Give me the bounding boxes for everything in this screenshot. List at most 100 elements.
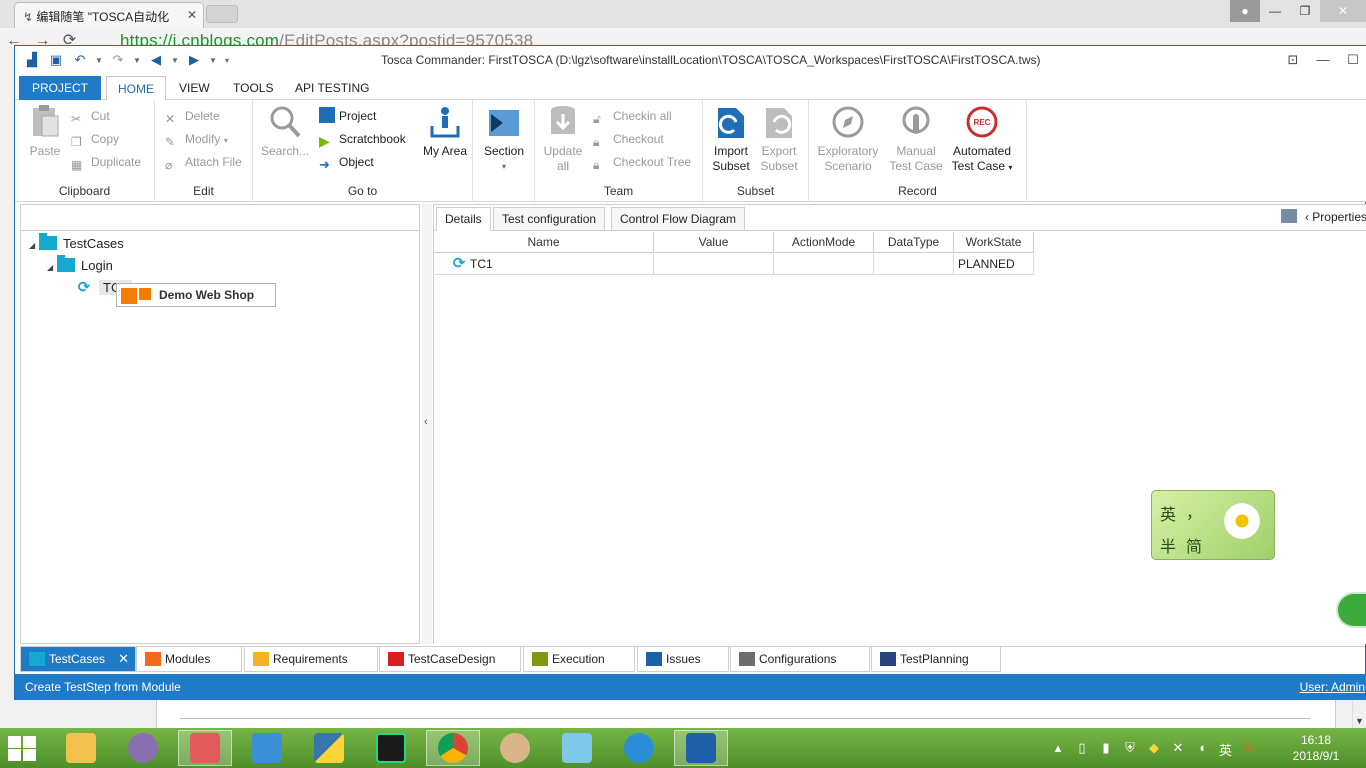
network-icon[interactable]: ▮ xyxy=(1099,740,1113,759)
minimize-icon[interactable]: — xyxy=(1260,0,1290,22)
tree-node-testcases[interactable]: ◢ TestCases xyxy=(29,233,124,255)
taskbar-app-9[interactable] xyxy=(550,730,604,766)
close-tab-icon[interactable]: ✕ xyxy=(187,8,197,22)
bottom-tab-requirements[interactable]: Requirements xyxy=(244,647,378,672)
close-window-icon[interactable]: ✕ xyxy=(1320,0,1366,22)
manual-test-case-button[interactable]: Manual Test Case xyxy=(885,104,947,174)
bottom-tab-testplanning[interactable]: TestPlanning xyxy=(871,647,1001,672)
automated-test-case-button[interactable]: REC Automated Test Case ▾ xyxy=(949,104,1015,175)
tab-api-testing[interactable]: API TESTING xyxy=(285,76,379,100)
modify-button[interactable]: ✎ Modify ▾ xyxy=(165,129,228,149)
update-all-button[interactable]: Update all xyxy=(535,104,591,174)
taskbar-chrome[interactable] xyxy=(426,730,480,766)
goto-object-button[interactable]: ➜ Object xyxy=(319,152,374,172)
show-hidden-icons-icon[interactable]: ▴ xyxy=(1051,740,1065,759)
delete-button[interactable]: ✕ Delete xyxy=(165,106,220,126)
customize-toolbar-icon[interactable]: ▾ xyxy=(223,51,231,69)
input-language-indicator[interactable]: 英 xyxy=(1219,740,1232,759)
column-workstate[interactable]: WorkState xyxy=(954,232,1034,253)
paste-button[interactable]: Paste xyxy=(17,104,73,159)
chevron-left-icon[interactable]: ‹ xyxy=(424,416,428,428)
forward-icon[interactable]: ▶ xyxy=(185,51,203,69)
tab-tools[interactable]: TOOLS xyxy=(223,76,283,100)
collapse-icon[interactable]: ◢ xyxy=(29,235,39,257)
save-icon[interactable]: ▣ xyxy=(47,51,65,69)
undo-icon[interactable]: ↶ xyxy=(71,51,89,69)
taskbar-paint[interactable] xyxy=(488,730,542,766)
start-button[interactable] xyxy=(8,734,38,762)
tab-home[interactable]: HOME xyxy=(106,76,166,101)
user-icon[interactable]: ● xyxy=(1230,0,1260,22)
ime-halfwidth[interactable]: 半 xyxy=(1160,533,1176,557)
search-button[interactable]: Search... xyxy=(257,104,313,159)
taskbar-app-3[interactable] xyxy=(178,730,232,766)
bottom-tab-issues[interactable]: Issues xyxy=(637,647,729,672)
tab-details[interactable]: Details xyxy=(436,207,491,231)
cell-name[interactable]: ⟳ TC1 xyxy=(434,254,654,275)
collapse-icon[interactable]: ◢ xyxy=(47,257,57,279)
back-dropdown-icon[interactable]: ▼ xyxy=(171,51,179,69)
cut-button[interactable]: ✂ Cut xyxy=(71,106,110,126)
ime-mode-english[interactable]: 英 xyxy=(1160,501,1176,525)
tree-node-login[interactable]: ◢ Login xyxy=(47,255,113,277)
column-value[interactable]: Value xyxy=(654,232,774,253)
scroll-down-icon[interactable]: ▼ xyxy=(1355,716,1364,726)
ime-punctuation[interactable]: ， xyxy=(1186,499,1202,523)
taskbar-python[interactable] xyxy=(302,730,356,766)
shield-icon[interactable]: ⛨ xyxy=(1123,740,1137,759)
redo-dropdown-icon[interactable]: ▼ xyxy=(133,51,141,69)
tab-test-configuration[interactable]: Test configuration xyxy=(493,207,606,231)
tab-view[interactable]: VIEW xyxy=(169,76,220,100)
bottom-tab-configurations[interactable]: Configurations xyxy=(730,647,870,672)
floating-assistant-icon[interactable] xyxy=(1336,592,1366,628)
new-tab-button[interactable] xyxy=(206,5,238,23)
forward-dropdown-icon[interactable]: ▼ xyxy=(209,51,217,69)
taskbar-file-explorer[interactable] xyxy=(54,730,108,766)
checkout-button[interactable]: 🔒︎ Checkout xyxy=(593,129,664,149)
undo-dropdown-icon[interactable]: ▼ xyxy=(95,51,103,69)
bottom-tab-modules[interactable]: Modules xyxy=(136,647,242,672)
close-icon[interactable]: ✕ xyxy=(118,647,129,671)
printer-icon[interactable] xyxy=(1280,209,1297,223)
security-app-icon[interactable]: ◆ xyxy=(1147,740,1161,759)
tab-project[interactable]: PROJECT xyxy=(19,76,101,100)
taskbar-app-4[interactable] xyxy=(240,730,294,766)
bottom-tab-execution[interactable]: Execution xyxy=(523,647,635,672)
pane-splitter[interactable]: ‹ xyxy=(422,204,432,644)
back-icon[interactable]: ◀ xyxy=(147,51,165,69)
taskbar-ie[interactable] xyxy=(612,730,666,766)
pin-icon[interactable]: ⊡ xyxy=(1285,52,1301,68)
column-actionmode[interactable]: ActionMode xyxy=(774,232,874,253)
taskbar-pycharm[interactable] xyxy=(364,730,418,766)
bottom-tab-testcases[interactable]: TestCases ✕ xyxy=(20,647,136,672)
duplicate-button[interactable]: ▦ Duplicate xyxy=(71,152,141,172)
taskbar-app-2[interactable] xyxy=(116,730,170,766)
column-name[interactable]: Name xyxy=(434,232,654,253)
ime-simplified[interactable]: 简 xyxy=(1186,533,1202,557)
export-subset-button[interactable]: Export Subset xyxy=(751,104,807,174)
exploratory-scenario-button[interactable]: Exploratory Scenario xyxy=(815,104,881,174)
tosca-maximize-icon[interactable]: ☐ xyxy=(1345,52,1361,68)
device-icon[interactable]: ▯ xyxy=(1075,740,1089,759)
volume-icon[interactable]: ◖ xyxy=(1195,740,1209,759)
table-row[interactable]: ⟳ TC1 PLANNED xyxy=(434,254,1034,275)
sogou-icon[interactable]: S xyxy=(1242,740,1256,759)
section-button[interactable]: Section ▾ xyxy=(476,104,532,174)
redo-icon[interactable]: ↷ xyxy=(109,51,127,69)
cell-workstate[interactable]: PLANNED xyxy=(954,254,1034,275)
properties-toggle[interactable]: ‹ Properties xyxy=(1280,209,1366,224)
taskbar-clock[interactable]: 16:18 2018/9/1 xyxy=(1276,732,1356,764)
column-datatype[interactable]: DataType xyxy=(874,232,954,253)
browser-tab[interactable]: ↯ 编辑随笔 "TOSCA自动化 ✕ xyxy=(14,2,204,28)
checkin-all-button[interactable]: 🔓︎ Checkin all xyxy=(593,106,672,126)
attach-file-button[interactable]: ⌀ Attach File xyxy=(165,152,242,172)
restore-icon[interactable]: ❐ xyxy=(1290,0,1320,22)
cell-actionmode[interactable] xyxy=(774,254,874,275)
user-link[interactable]: User: Admin xyxy=(1300,680,1365,694)
my-area-button[interactable]: My Area xyxy=(417,104,473,159)
tosca-minimize-icon[interactable]: — xyxy=(1315,52,1331,68)
goto-scratchbook-button[interactable]: ▶ Scratchbook xyxy=(319,129,406,149)
ime-toolbar[interactable]: 英 ， 半 简 xyxy=(1151,490,1275,560)
bottom-tab-testcasedesign[interactable]: TestCaseDesign xyxy=(379,647,521,672)
cell-datatype[interactable] xyxy=(874,254,954,275)
